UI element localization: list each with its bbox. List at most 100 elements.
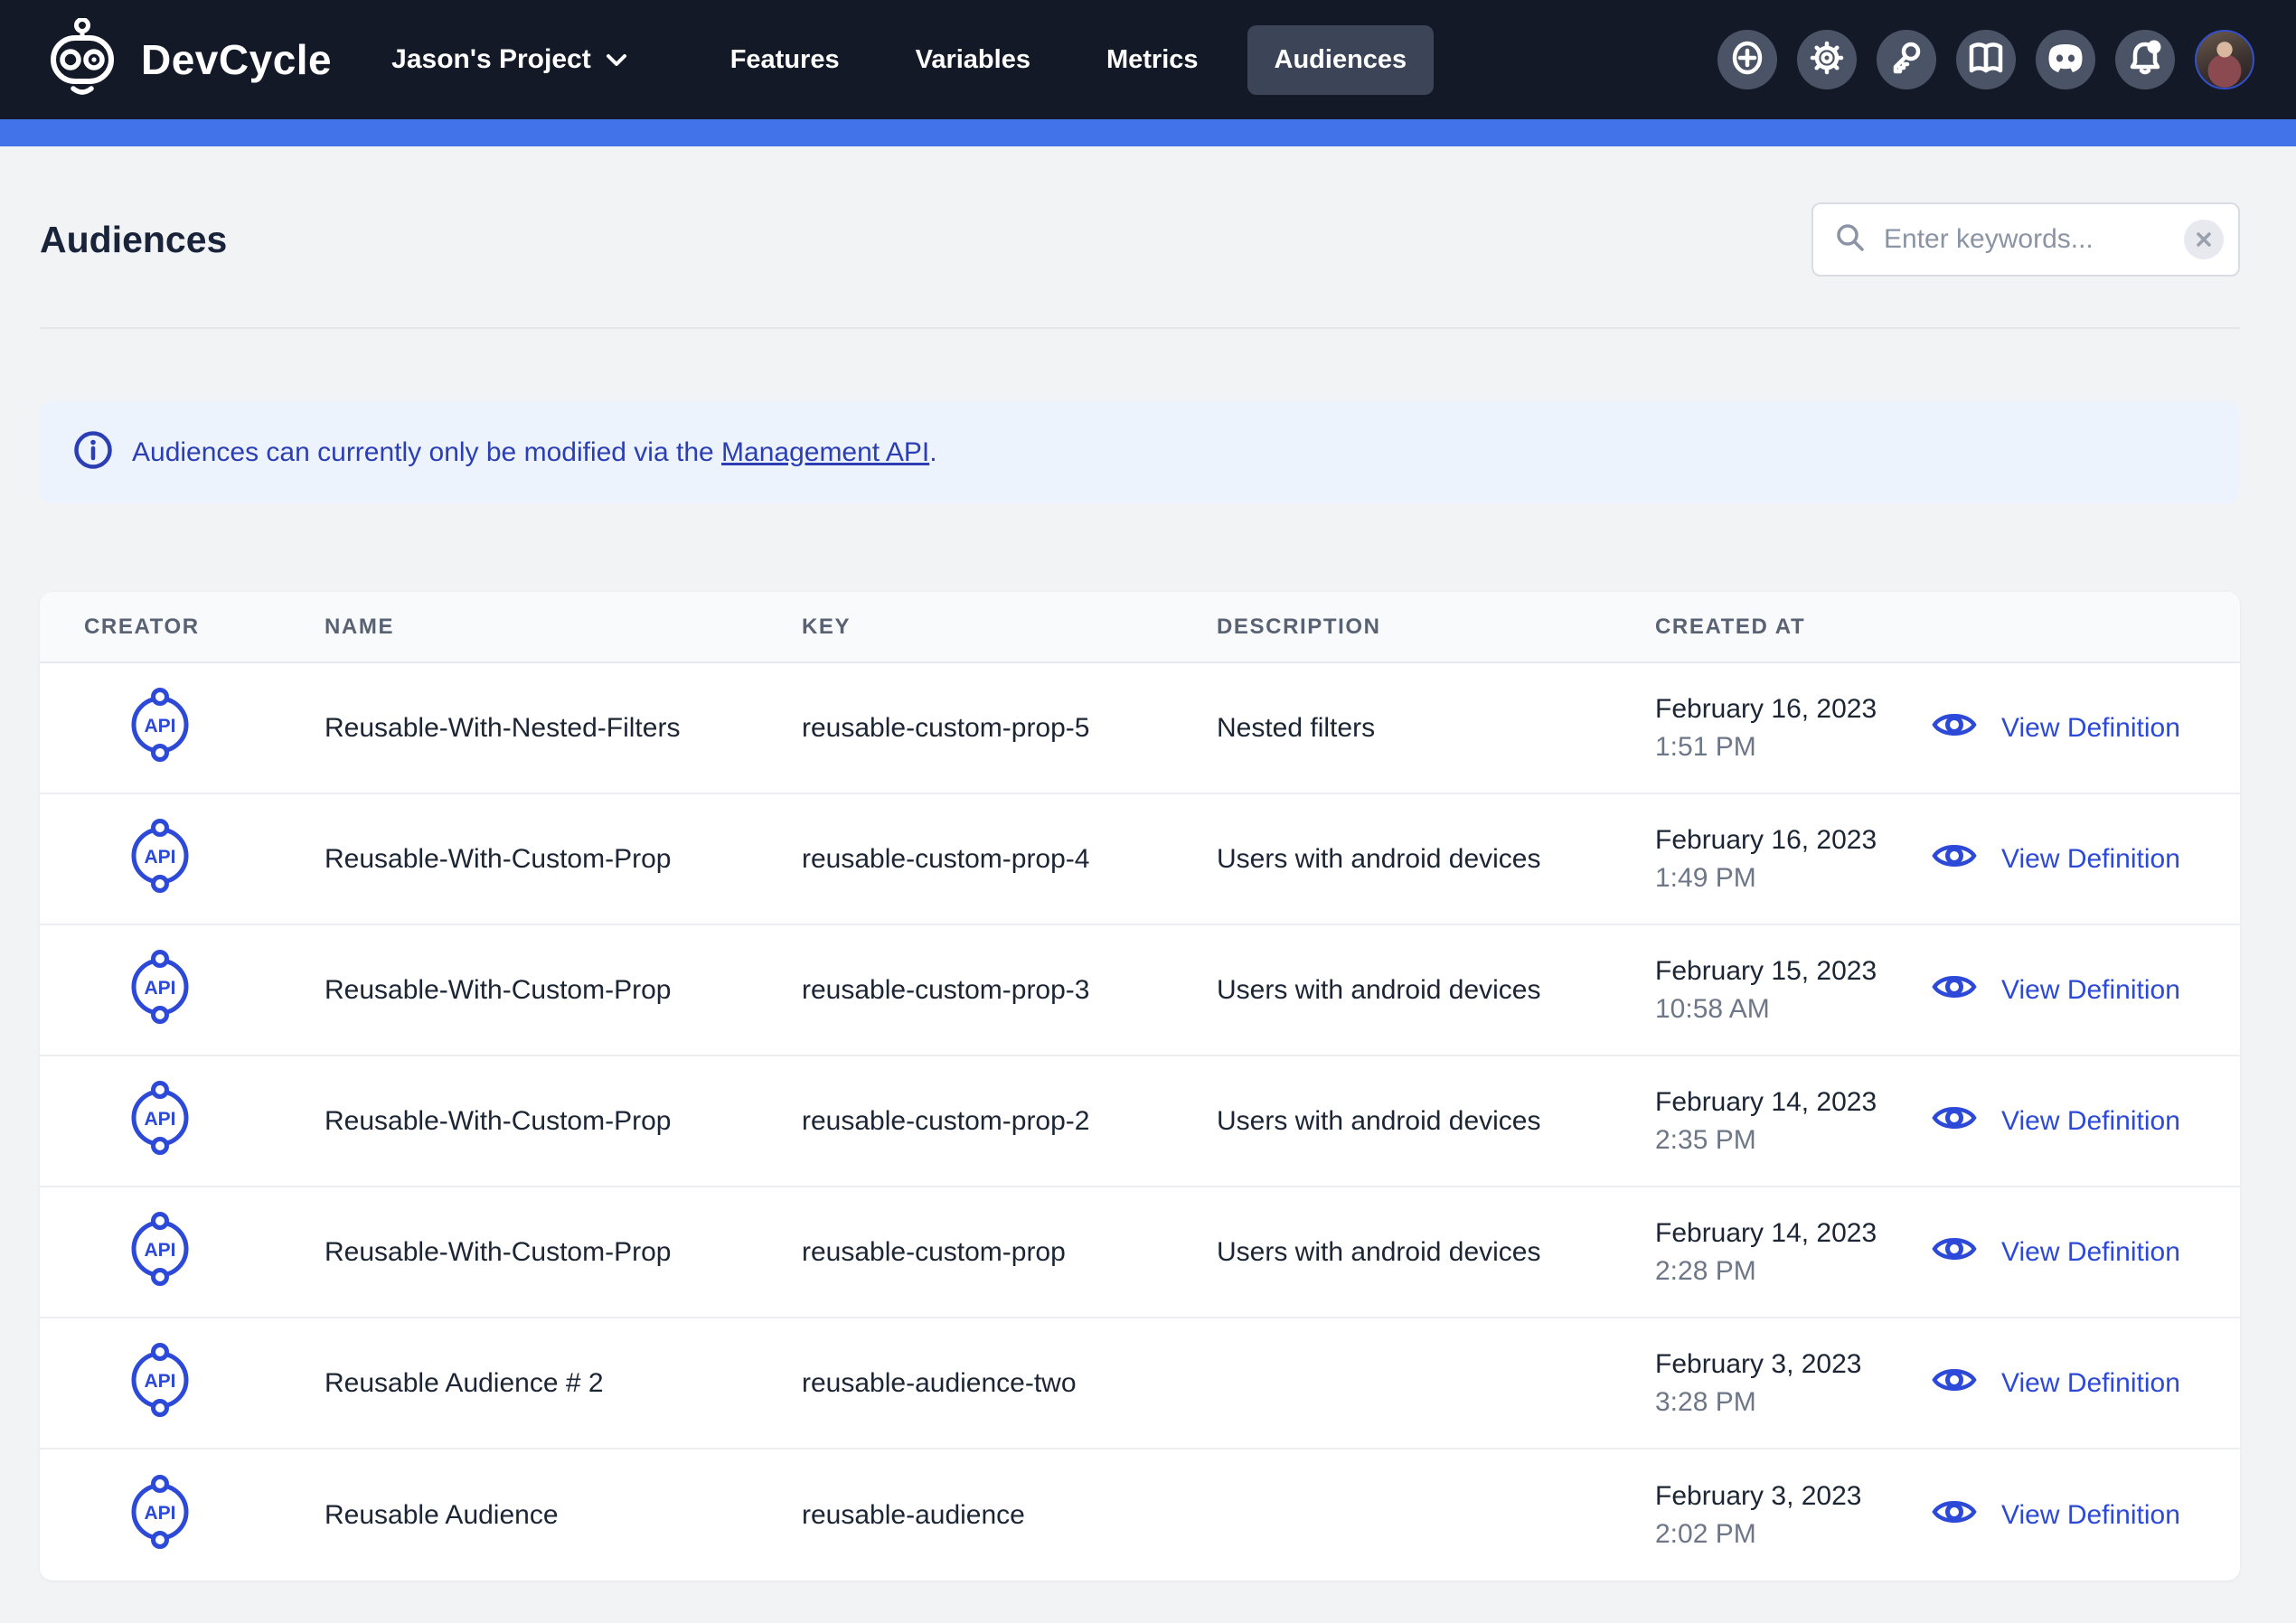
audience-description: Users with android devices	[1172, 844, 1611, 875]
table-row: API Reusable-With-Custom-Prop reusable-c…	[40, 1187, 2240, 1318]
robot-icon	[43, 18, 121, 102]
view-definition-button[interactable]: View Definition	[1931, 1231, 2240, 1274]
api-creator-icon: API	[126, 1342, 194, 1425]
banner-message-text: Audiences can currently only be modified…	[132, 437, 721, 467]
discord-button[interactable]	[2036, 30, 2095, 89]
column-header-created-at: CREATED AT	[1611, 614, 1931, 640]
view-definition-button[interactable]: View Definition	[1931, 1494, 2240, 1537]
nav-item-audiences[interactable]: Audiences	[1247, 25, 1435, 95]
accent-bar	[0, 119, 2296, 146]
info-banner: Audiences can currently only be modified…	[40, 401, 2240, 503]
svg-text:API: API	[144, 716, 175, 736]
view-definition-button[interactable]: View Definition	[1931, 1362, 2240, 1405]
table-row: API Reusable Audience # 2 reusable-audie…	[40, 1318, 2240, 1449]
nav-item-variables[interactable]: Variables	[889, 25, 1058, 95]
book-icon	[1967, 40, 2005, 80]
created-time: 2:28 PM	[1655, 1252, 1931, 1290]
created-at-cell: February 3, 2023 3:28 PM	[1611, 1346, 1931, 1421]
settings-button[interactable]	[1797, 30, 1857, 89]
nav-item-metrics[interactable]: Metrics	[1079, 25, 1226, 95]
search-input[interactable]	[1884, 224, 2168, 255]
search-box	[1811, 202, 2240, 277]
audience-description: Users with android devices	[1172, 1106, 1611, 1137]
devcycle-logo[interactable]: DevCycle	[43, 18, 332, 102]
plus-circle-icon	[1729, 40, 1765, 80]
table-row: API Reusable-With-Custom-Prop reusable-c…	[40, 1056, 2240, 1187]
project-selector[interactable]: Jason's Project	[391, 44, 627, 75]
eye-icon	[1931, 969, 1978, 1012]
created-date: February 14, 2023	[1655, 1215, 1931, 1252]
created-at-cell: February 14, 2023 2:35 PM	[1611, 1084, 1931, 1159]
audience-name: Reusable-With-Nested-Filters	[280, 713, 757, 744]
created-time: 2:02 PM	[1655, 1515, 1931, 1553]
table-row: API Reusable-With-Nested-Filters reusabl…	[40, 663, 2240, 794]
svg-text:API: API	[144, 978, 175, 999]
bell-icon	[2126, 39, 2164, 81]
audience-key: reusable-audience-two	[757, 1368, 1172, 1399]
audience-name: Reusable-With-Custom-Prop	[280, 844, 757, 875]
svg-text:API: API	[144, 1240, 175, 1261]
creator-cell: API	[40, 818, 280, 901]
created-at-cell: February 16, 2023 1:49 PM	[1611, 821, 1931, 897]
docs-button[interactable]	[1956, 30, 2016, 89]
created-date: February 3, 2023	[1655, 1346, 1931, 1384]
primary-nav: Features Variables Metrics Audiences	[682, 25, 1434, 95]
column-header-key: KEY	[757, 614, 1172, 640]
create-button[interactable]	[1717, 30, 1777, 89]
api-creator-icon: API	[126, 818, 194, 901]
audience-key: reusable-audience	[757, 1500, 1172, 1531]
view-definition-label: View Definition	[2001, 975, 2180, 1006]
nav-right-actions	[1717, 30, 2254, 89]
top-navigation-bar: DevCycle Jason's Project Features Variab…	[0, 0, 2296, 119]
creator-cell: API	[40, 687, 280, 770]
svg-text:API: API	[144, 1109, 175, 1130]
management-api-link[interactable]: Management API	[721, 437, 929, 467]
nav-item-features[interactable]: Features	[703, 25, 867, 95]
audience-description: Users with android devices	[1172, 975, 1611, 1006]
audience-name: Reusable Audience # 2	[280, 1368, 757, 1399]
api-creator-icon: API	[126, 949, 194, 1032]
view-definition-button[interactable]: View Definition	[1931, 838, 2240, 881]
view-definition-button[interactable]: View Definition	[1931, 1100, 2240, 1143]
created-time: 10:58 AM	[1655, 990, 1931, 1028]
api-keys-button[interactable]	[1877, 30, 1936, 89]
search-icon	[1833, 220, 1868, 259]
view-definition-button[interactable]: View Definition	[1931, 969, 2240, 1012]
creator-cell: API	[40, 1474, 280, 1557]
created-date: February 14, 2023	[1655, 1084, 1931, 1121]
created-time: 2:35 PM	[1655, 1121, 1931, 1159]
search-clear-button[interactable]	[2184, 220, 2224, 259]
audience-key: reusable-custom-prop-4	[757, 844, 1172, 875]
chevron-down-icon	[606, 44, 627, 75]
audience-key: reusable-custom-prop-2	[757, 1106, 1172, 1137]
key-icon	[1888, 40, 1924, 80]
audiences-table: CREATOR NAME KEY DESCRIPTION CREATED AT …	[40, 592, 2240, 1581]
eye-icon	[1931, 707, 1978, 750]
audience-description: Users with android devices	[1172, 1237, 1611, 1268]
creator-cell: API	[40, 1211, 280, 1294]
view-definition-label: View Definition	[2001, 844, 2180, 875]
api-creator-icon: API	[126, 1211, 194, 1294]
eye-icon	[1931, 838, 1978, 881]
view-definition-label: View Definition	[2001, 713, 2180, 744]
view-definition-button[interactable]: View Definition	[1931, 707, 2240, 750]
creator-cell: API	[40, 949, 280, 1032]
created-date: February 16, 2023	[1655, 690, 1931, 728]
info-icon	[72, 429, 114, 475]
created-at-cell: February 15, 2023 10:58 AM	[1611, 952, 1931, 1028]
notifications-button[interactable]	[2115, 30, 2175, 89]
user-avatar[interactable]	[2195, 30, 2254, 89]
view-definition-label: View Definition	[2001, 1106, 2180, 1137]
eye-icon	[1931, 1362, 1978, 1405]
svg-text:API: API	[144, 1503, 175, 1524]
table-row: API Reusable-With-Custom-Prop reusable-c…	[40, 925, 2240, 1056]
creator-cell: API	[40, 1342, 280, 1425]
created-time: 3:28 PM	[1655, 1384, 1931, 1421]
audience-name: Reusable-With-Custom-Prop	[280, 975, 757, 1006]
api-creator-icon: API	[126, 1474, 194, 1557]
view-definition-label: View Definition	[2001, 1500, 2180, 1531]
created-time: 1:51 PM	[1655, 728, 1931, 766]
gear-icon	[1809, 40, 1845, 80]
created-date: February 15, 2023	[1655, 952, 1931, 990]
audiences-page: Audiences	[0, 202, 2296, 1581]
